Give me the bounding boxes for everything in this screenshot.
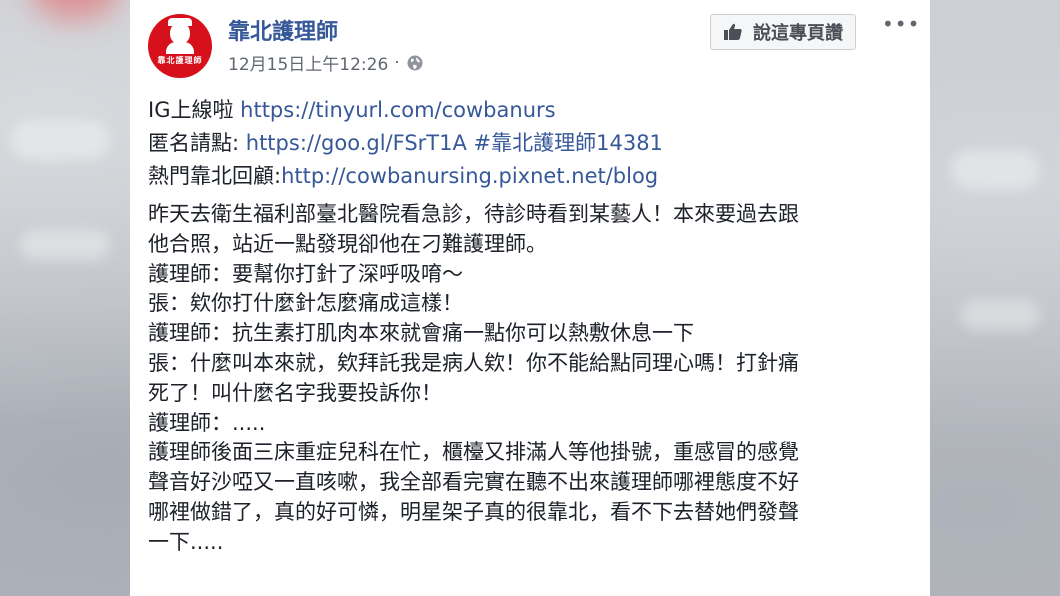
thumbs-up-icon (724, 23, 742, 40)
facebook-post-card: 靠北護理師 靠北護理師 12月15日上午12:26 · 說這專頁讚 ••• IG… (130, 0, 930, 596)
ig-line: IG上線啦 https://tinyurl.com/cowbanurs (148, 94, 663, 127)
post-body-line: 張：什麼叫本來就，欸拜託我是病人欸！你不能給點同理心嗎！打針痛 (148, 350, 799, 375)
more-options-icon[interactable]: ••• (882, 12, 920, 36)
post-body-line: 護理師：..... (148, 410, 266, 435)
post-body-line: 一下..... (148, 529, 224, 554)
post-body-line: 哪裡做錯了，真的好可憐，明星架子真的很靠北，看不下去替她們發聲 (148, 499, 799, 524)
post-body-line: 聲音好沙啞又一直咳嗽，我全部看完實在聽不出來護理師哪裡態度不好 (148, 470, 799, 495)
post-body: 昨天去衛生福利部臺北醫院看急診，待診時看到某藝人！本來要過去跟 他合照，站近一點… (148, 200, 908, 558)
anonymous-prefix: 匿名請點: (148, 131, 246, 155)
post-body-line: 護理師：要幫你打針了深呼吸唷～ (148, 261, 463, 286)
blurred-shape (10, 120, 110, 160)
post-body-line: 護理師後面三床重症兒科在忙，櫃檯又排滿人等他掛號，重感冒的感覺 (148, 440, 799, 465)
post-body-line: 昨天去衛生福利部臺北醫院看急診，待診時看到某藝人！本來要過去跟 (148, 202, 799, 226)
post-body-line: 他合照，站近一點發現卻他在刁難護理師。 (148, 231, 547, 256)
blog-link[interactable]: http://cowbanursing.pixnet.net/blog (281, 164, 658, 188)
ig-prefix: IG上線啦 (148, 98, 241, 122)
blurred-shape (950, 150, 1040, 190)
blog-prefix: 熱門靠北回顧: (148, 164, 282, 188)
post-links: IG上線啦 https://tinyurl.com/cowbanurs 匿名請點… (148, 94, 663, 193)
post-meta: 12月15日上午12:26 · (228, 50, 424, 75)
anonymous-link[interactable]: https://goo.gl/FSrT1A #靠北護理師14381 (246, 131, 663, 155)
nurse-face-shape (170, 22, 190, 44)
post-body-line: 護理師：抗生素打肌肉本來就會痛一點你可以熱敷休息一下 (148, 321, 694, 346)
nurse-body-shape (166, 42, 194, 54)
globe-icon[interactable] (406, 54, 424, 72)
page-name-link[interactable]: 靠北護理師 (228, 14, 338, 46)
like-page-button[interactable]: 說這專頁讚 (710, 14, 856, 50)
blurred-shape (960, 300, 1040, 330)
ig-link[interactable]: https://tinyurl.com/cowbanurs (240, 98, 555, 122)
avatar-logo-text: 靠北護理師 (157, 55, 203, 65)
like-page-label: 說這專頁讚 (753, 23, 843, 44)
blurred-red-shape (30, 0, 120, 20)
blog-line: 熱門靠北回顧:http://cowbanursing.pixnet.net/bl… (148, 160, 663, 193)
meta-separator: · (394, 52, 400, 73)
page-avatar[interactable]: 靠北護理師 (148, 14, 212, 78)
anonymous-line: 匿名請點: https://goo.gl/FSrT1A #靠北護理師14381 (148, 127, 663, 160)
post-body-line: 死了！叫什麼名字我要投訴你！ (148, 380, 442, 405)
post-body-line: 張：欸你打什麼針怎麼痛成這樣！ (148, 291, 463, 316)
blurred-shape (20, 230, 110, 260)
post-timestamp[interactable]: 12月15日上午12:26 (228, 50, 388, 75)
